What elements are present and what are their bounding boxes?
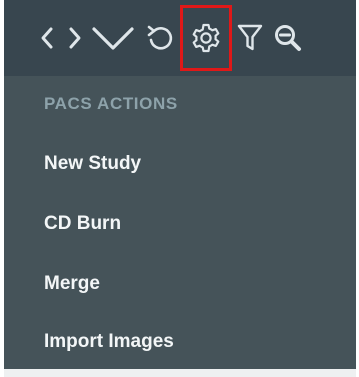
pacs-window: PACS ACTIONS New Study CD Burn Merge Imp… xyxy=(4,0,356,377)
previous-button[interactable] xyxy=(34,0,60,76)
chevron-left-icon xyxy=(41,27,53,49)
expand-button[interactable] xyxy=(90,0,136,76)
menu-item-new-study[interactable]: New Study xyxy=(4,136,356,192)
zoom-out-icon xyxy=(275,25,301,51)
toolbar xyxy=(4,0,356,76)
next-button[interactable] xyxy=(62,0,88,76)
menu-item-merge[interactable]: Merge xyxy=(4,256,356,312)
undo-icon xyxy=(147,25,173,50)
menu-item-import-images[interactable]: Import Images xyxy=(4,314,356,370)
gear-icon xyxy=(192,23,220,53)
zoom-out-button[interactable] xyxy=(270,0,306,76)
chevron-down-icon xyxy=(92,27,134,50)
undo-button[interactable] xyxy=(142,0,178,76)
menu-item-label: CD Burn xyxy=(44,213,122,234)
filter-button[interactable] xyxy=(234,0,266,76)
filter-icon xyxy=(237,24,263,51)
chevron-right-icon xyxy=(69,27,81,49)
menu-item-cd-burn[interactable]: CD Burn xyxy=(4,196,356,252)
menu-item-label: New Study xyxy=(44,153,142,174)
pacs-actions-menu: PACS ACTIONS New Study CD Burn Merge Imp… xyxy=(4,76,356,369)
menu-item-label: Import Images xyxy=(44,331,174,352)
menu-item-label: Merge xyxy=(44,273,100,294)
settings-button[interactable] xyxy=(186,0,226,76)
menu-header: PACS ACTIONS xyxy=(44,94,178,113)
